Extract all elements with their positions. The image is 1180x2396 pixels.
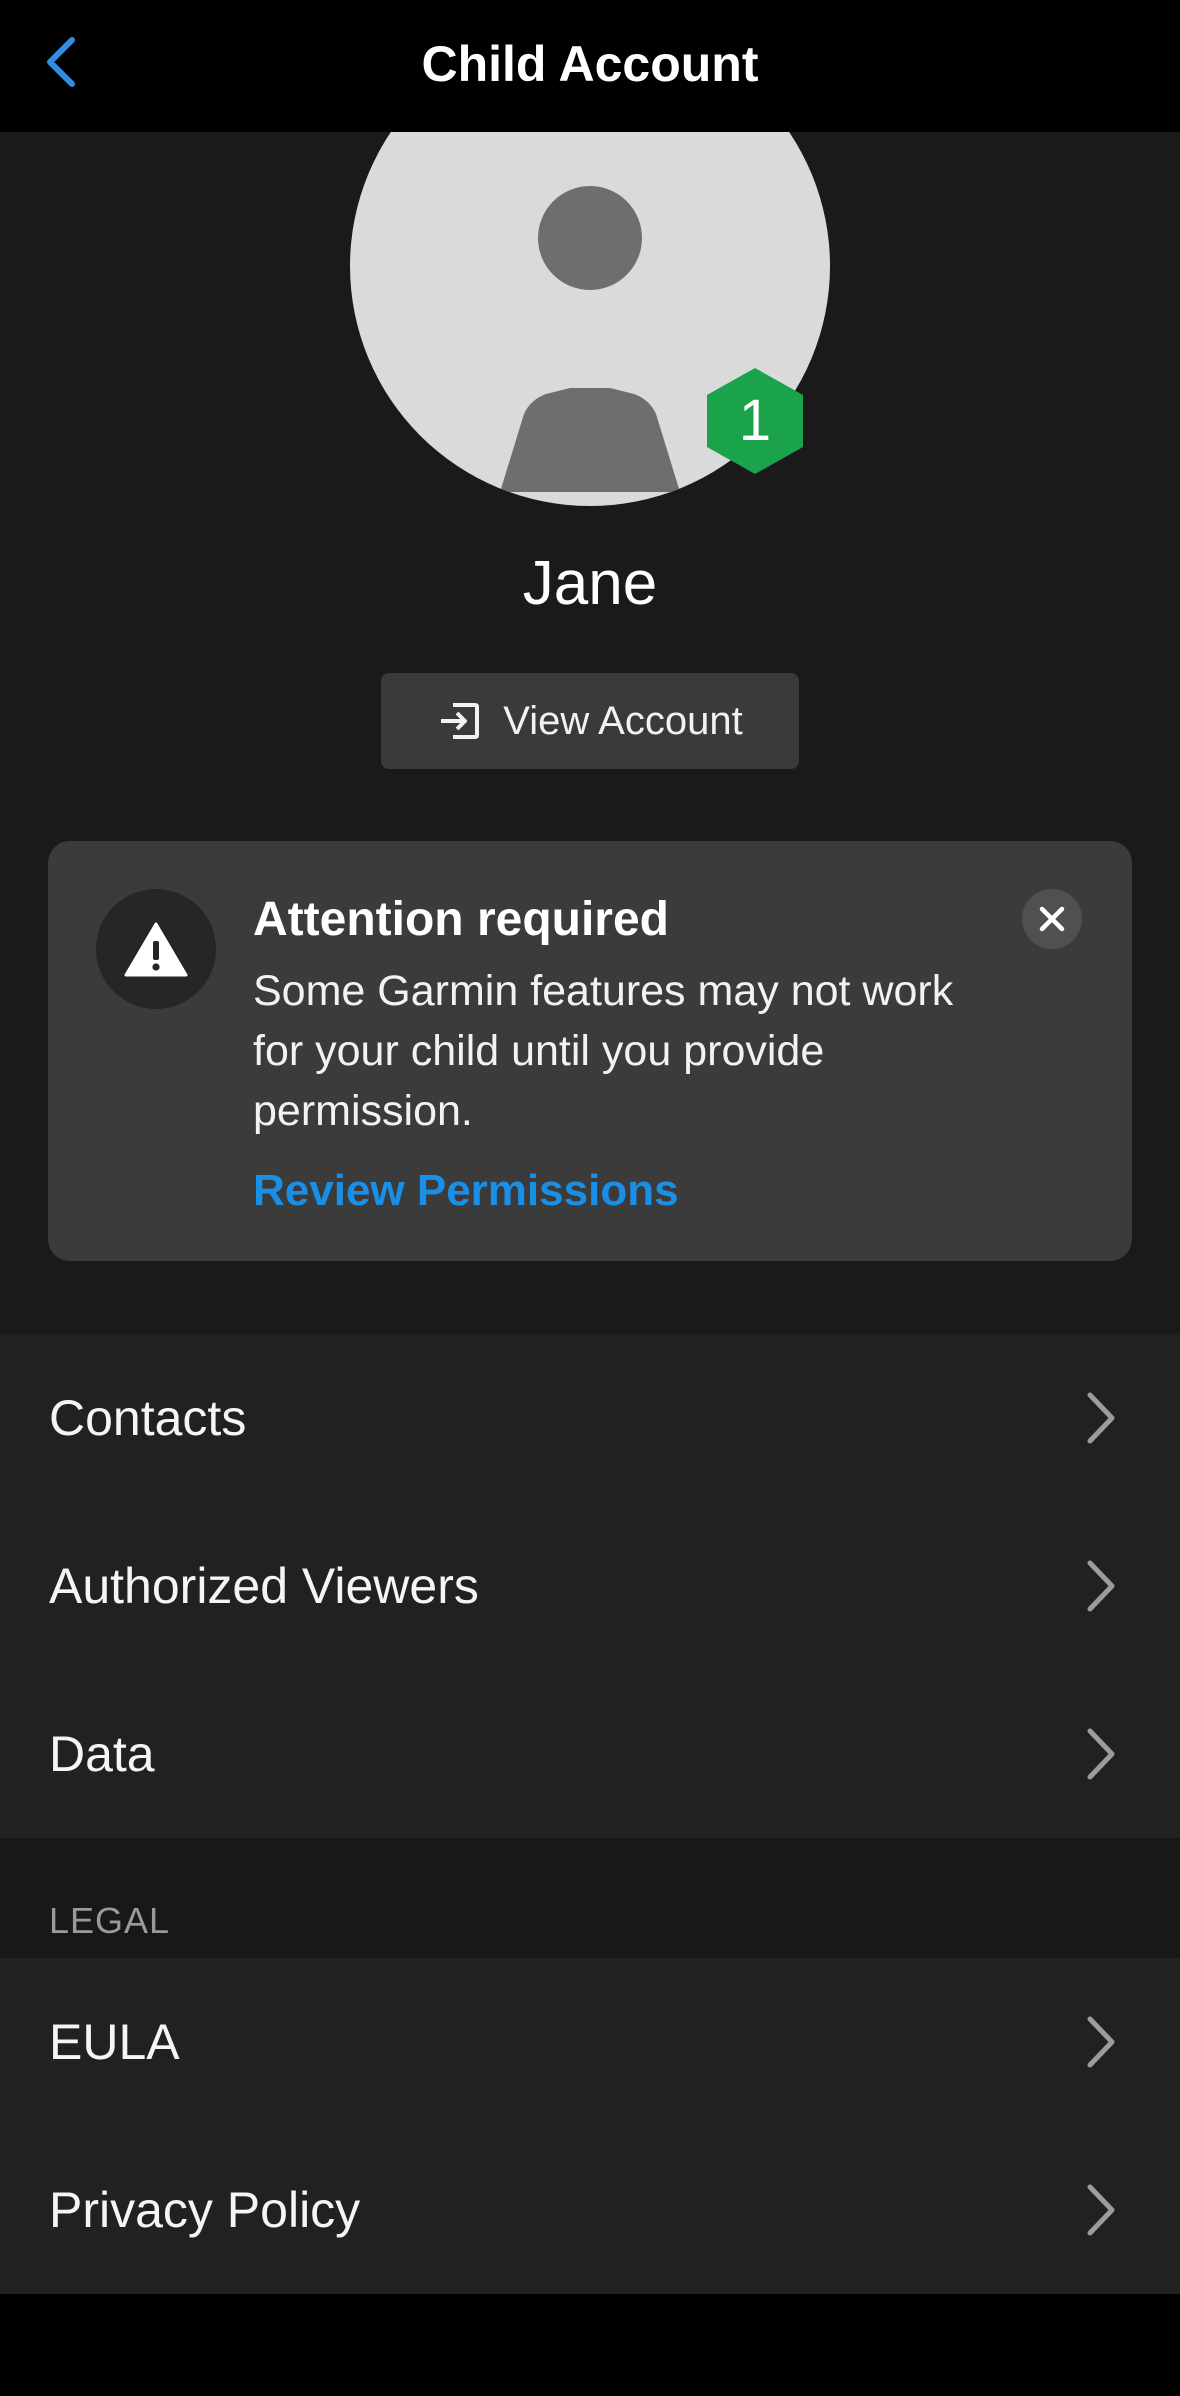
account-menu-list: Contacts Authorized Viewers Data	[0, 1334, 1180, 1838]
profile-section: 1 Jane View Account Attention required S…	[0, 132, 1180, 1334]
chevron-right-icon	[1087, 2016, 1115, 2068]
chevron-right-icon	[1087, 1560, 1115, 1612]
menu-item-label: Authorized Viewers	[49, 1558, 479, 1614]
sign-in-icon	[441, 703, 480, 739]
review-permissions-link[interactable]: Review Permissions	[253, 1163, 679, 1219]
menu-item-label: Contacts	[49, 1390, 247, 1446]
level-badge-number: 1	[738, 388, 772, 453]
menu-item-data[interactable]: Data	[0, 1670, 1180, 1838]
top-bar: Child Account	[0, 0, 1180, 132]
menu-item-contacts[interactable]: Contacts	[0, 1334, 1180, 1502]
warning-icon-container	[96, 889, 216, 1009]
warning-icon	[124, 922, 188, 977]
menu-item-authorized-viewers[interactable]: Authorized Viewers	[0, 1502, 1180, 1670]
section-label: LEGAL	[49, 1900, 171, 1941]
alert-title: Attention required	[253, 893, 669, 946]
menu-item-label: EULA	[49, 2014, 180, 2070]
chevron-right-icon	[1087, 2184, 1115, 2236]
chevron-right-icon	[1087, 1728, 1115, 1780]
level-badge: 1	[703, 366, 807, 476]
child-name: Jane	[522, 549, 658, 618]
dismiss-alert-button[interactable]	[1022, 889, 1082, 949]
chevron-right-icon	[1087, 1392, 1115, 1444]
alert-message: Some Garmin features may not work for yo…	[253, 967, 954, 1135]
menu-item-label: Data	[49, 1726, 155, 1782]
legal-menu-list: EULA Privacy Policy	[0, 1958, 1180, 2294]
page-title: Child Account	[421, 36, 759, 92]
attention-alert-card: Attention required Some Garmin features …	[48, 841, 1132, 1261]
menu-item-privacy-policy[interactable]: Privacy Policy	[0, 2126, 1180, 2294]
close-icon	[1039, 906, 1065, 932]
legal-section-header: LEGAL	[0, 1838, 1180, 1958]
menu-item-eula[interactable]: EULA	[0, 1958, 1180, 2126]
view-account-label: View Account	[503, 698, 743, 743]
view-account-button[interactable]: View Account	[381, 673, 799, 769]
menu-item-label: Privacy Policy	[49, 2182, 361, 2238]
